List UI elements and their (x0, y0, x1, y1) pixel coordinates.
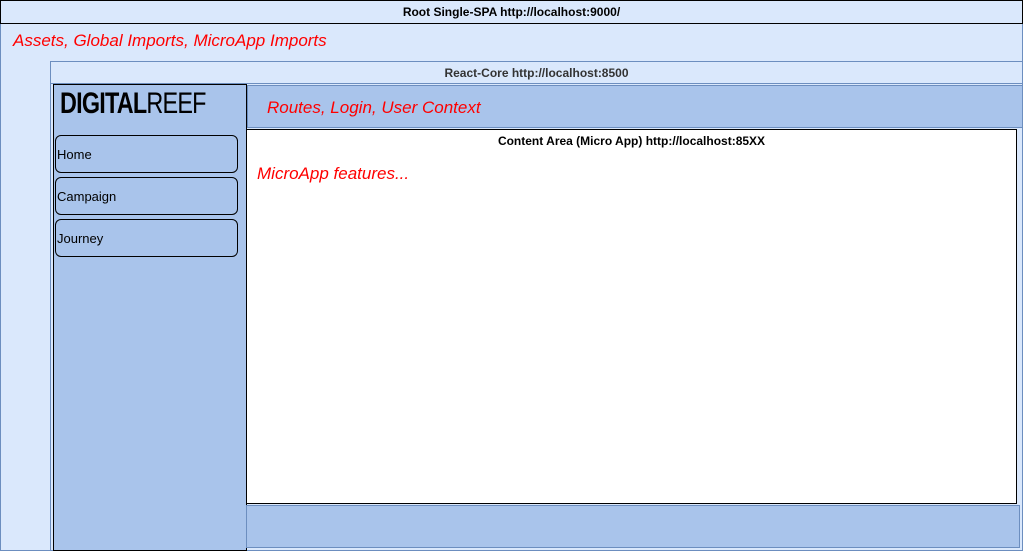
core-routes-note: Routes, Login, User Context (267, 98, 481, 117)
core-footer-bar (246, 505, 1020, 548)
digitalreef-logo: DIGITALREEF (55, 86, 237, 122)
root-imports-note: Assets, Global Imports, MicroApp Imports (13, 31, 327, 50)
react-core-title: React-Core http://localhost:8500 (50, 61, 1023, 84)
microapp-features-note: MicroApp features... (257, 164, 410, 183)
content-area (246, 152, 1017, 504)
nav-campaign-button[interactable]: Campaign (55, 177, 238, 215)
content-area-title: Content Area (Micro App) http://localhos… (246, 129, 1017, 153)
logo-wordmark-bold: DIGITAL (60, 87, 147, 120)
logo-wordmark-regular: REEF (146, 87, 206, 120)
logo-wordmark: DIGITALREEF (60, 89, 206, 119)
nav-home-button[interactable]: Home (55, 135, 238, 173)
root-single-spa-title: Root Single-SPA http://localhost:9000/ (0, 0, 1023, 24)
nav-journey-button[interactable]: Journey (55, 219, 238, 257)
